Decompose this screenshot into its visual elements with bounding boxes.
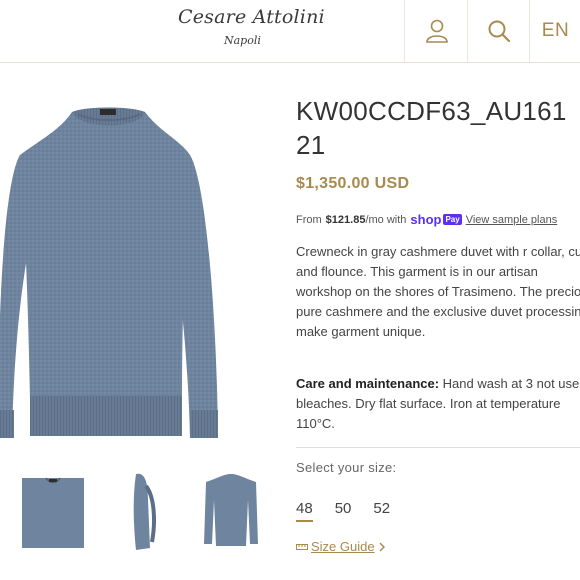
user-icon [425,19,448,43]
search-icon [488,20,511,43]
size-guide-link[interactable]: Size Guide [296,539,386,554]
installment-prefix: From [296,213,322,226]
size-option-48[interactable]: 48 [296,500,313,522]
size-select-label: Select your size: [296,460,397,475]
care-instructions: Care and maintenance: Hand wash at 3 not… [296,374,580,434]
site-header: Cesare Attolini Napoli EN [0,0,580,63]
size-options: 48 50 52 [296,500,390,522]
installment-banner: From $121.85/mo with shop Pay View sampl… [296,212,557,227]
view-sample-plans-link[interactable]: View sample plans [466,214,558,226]
care-label: Care and maintenance: [296,376,440,391]
product-price: $1,350.00 USD [296,175,410,192]
ruler-icon [296,543,308,550]
search-button[interactable] [467,0,530,62]
logo-subtitle: Napoli [224,34,261,47]
installment-suffix: /mo with [365,213,407,226]
logo-wordmark: Cesare Attolini [178,6,325,28]
product-title: KW00CCDF63_AU161 21 [296,96,567,160]
product-main-image[interactable] [0,100,222,445]
account-button[interactable] [404,0,468,62]
language-selector[interactable]: EN [529,0,580,62]
section-divider [296,447,580,448]
shop-pay-logo: shop Pay [410,212,462,227]
installment-amount: $121.85 [325,213,366,226]
brand-logo[interactable]: Cesare Attolini Napoli [178,4,325,56]
size-option-52[interactable]: 52 [373,500,390,522]
product-description: Crewneck in gray cashmere duvet with r c… [296,244,580,339]
size-guide-label: Size Guide [311,539,375,554]
thumbnail-front[interactable] [20,470,86,552]
shop-pay-badge: Pay [443,214,462,225]
size-option-50[interactable]: 50 [335,500,352,522]
shop-wordmark: shop [410,212,442,227]
thumbnail-side[interactable] [122,470,162,552]
chevron-right-icon [379,542,385,551]
thumbnail-back[interactable] [200,470,262,552]
